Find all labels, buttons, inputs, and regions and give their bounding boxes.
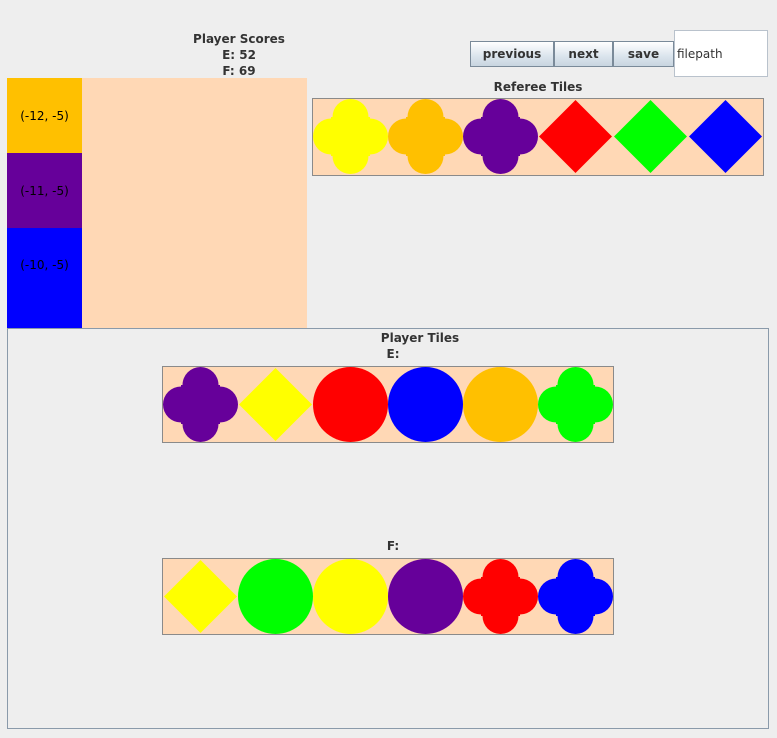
player-tiles-title: Player Tiles (380, 331, 460, 345)
save-button[interactable]: save (613, 41, 674, 67)
board-tile-coordinate: (-12, -5) (20, 108, 69, 123)
diamond-tile-icon (163, 559, 238, 634)
board-tile-coordinate: (-10, -5) (20, 258, 69, 272)
clover-tile-icon (463, 559, 538, 634)
player-e-tile-row (162, 366, 614, 443)
diamond-tile-icon (538, 99, 613, 174)
board-tile-coordinate: (-11, -5) (20, 183, 69, 198)
clover-tile-icon (388, 99, 463, 174)
board-tile: (-12, -5) (7, 78, 82, 153)
filepath-input[interactable] (674, 30, 768, 77)
referee-tile-row (312, 98, 764, 176)
diamond-tile-icon (688, 99, 763, 174)
board-tile: (-11, -5) (7, 153, 82, 228)
board-tile: (-10, -5) (7, 228, 82, 328)
player-f-label: F: (386, 539, 400, 553)
previous-button[interactable]: previous (470, 41, 554, 67)
score-e: E: 52 (222, 48, 256, 62)
clover-tile-icon (538, 559, 613, 634)
clover-tile-icon (163, 367, 238, 442)
next-button[interactable]: next (554, 41, 613, 67)
player-e-label: E: (386, 347, 400, 361)
circle-tile-icon (463, 367, 538, 442)
circle-tile-icon (388, 367, 463, 442)
clover-tile-icon (313, 99, 388, 174)
game-board: (-12, -5) (-11, -5) (-10, -5) (7, 78, 307, 328)
clover-tile-icon (463, 99, 538, 174)
player-f-tile-row (162, 558, 614, 635)
score-f: F: 69 (222, 64, 256, 78)
diamond-tile-icon (238, 367, 313, 442)
referee-tiles-title: Referee Tiles (493, 80, 583, 94)
diamond-tile-icon (613, 99, 688, 174)
player-scores-title: Player Scores (193, 32, 285, 46)
clover-tile-icon (538, 367, 613, 442)
circle-tile-icon (238, 559, 313, 634)
circle-tile-icon (313, 559, 388, 634)
circle-tile-icon (313, 367, 388, 442)
player-tiles-panel: Player Tiles E: F: (7, 328, 769, 729)
circle-tile-icon (388, 559, 463, 634)
